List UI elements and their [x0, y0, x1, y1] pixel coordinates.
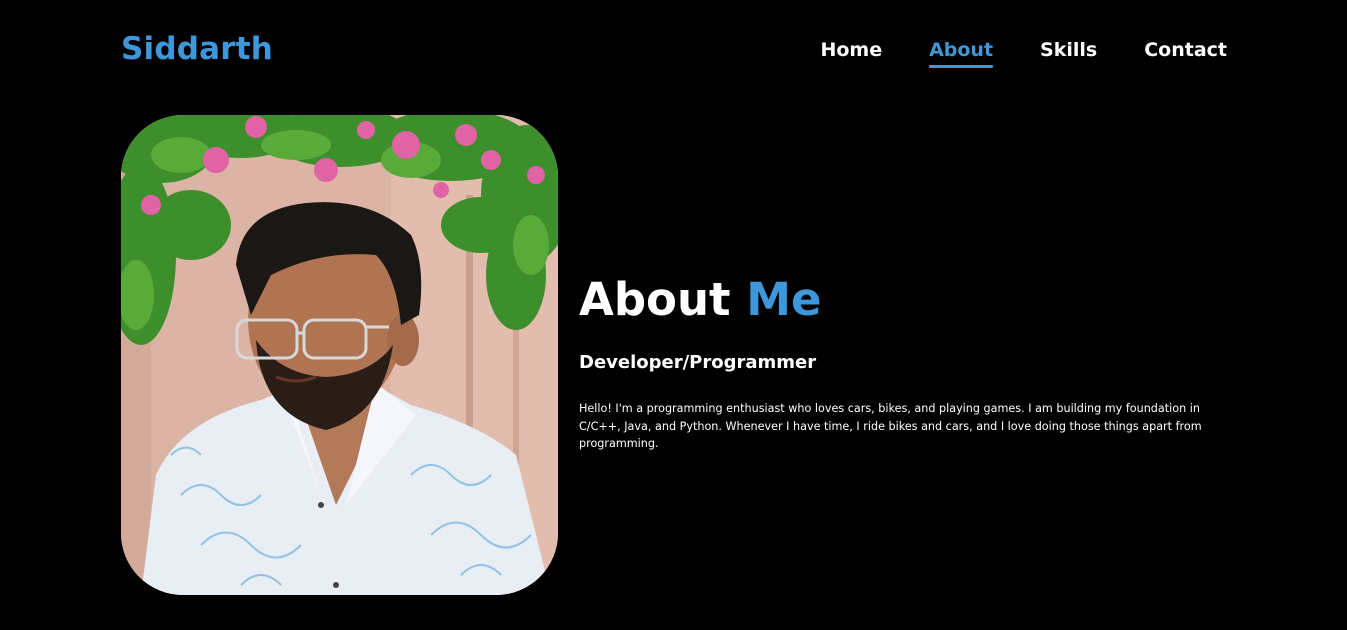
nav-link-home[interactable]: Home — [820, 36, 882, 67]
nav-link-contact[interactable]: Contact — [1144, 36, 1227, 67]
nav-link-about[interactable]: About — [929, 36, 993, 68]
about-section: About Me Developer/Programmer Hello! I'm… — [579, 270, 1239, 453]
profile-photo-illustration — [121, 115, 558, 595]
about-heading: About Me — [579, 270, 1239, 330]
about-subtitle: Developer/Programmer — [579, 352, 817, 373]
about-description: Hello! I'm a programming enthusiast who … — [579, 402, 1202, 450]
profile-photo — [121, 115, 558, 595]
main-nav: Home About Skills Contact — [820, 36, 1227, 68]
about-heading-accent: Me — [746, 273, 822, 326]
about-heading-prefix: About — [579, 273, 731, 326]
site-logo[interactable]: Siddarth — [121, 28, 273, 70]
site-header: Siddarth Home About Skills Contact — [0, 0, 1347, 100]
nav-link-skills[interactable]: Skills — [1040, 36, 1097, 67]
